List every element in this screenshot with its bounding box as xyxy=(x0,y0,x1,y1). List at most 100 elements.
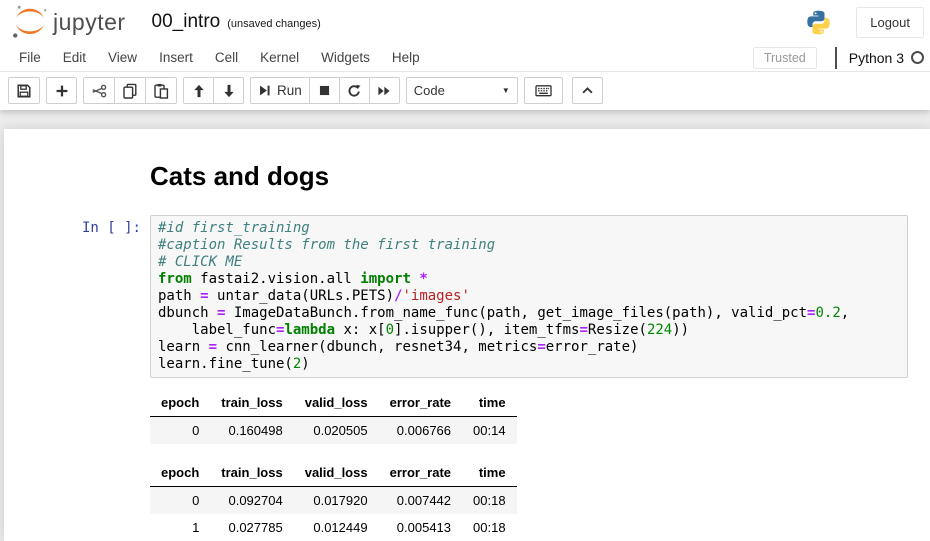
move-group xyxy=(183,77,244,104)
table-cell: 0.160498 xyxy=(210,417,293,445)
paste-cell-button[interactable] xyxy=(145,77,177,104)
outputs: epochtrain_lossvalid_losserror_ratetime0… xyxy=(150,390,517,541)
run-button[interactable]: Run xyxy=(250,77,310,104)
move-cell-down-icon xyxy=(222,84,236,98)
table-header-cell: time xyxy=(462,460,517,487)
jupyter-logo-text: jupyter xyxy=(53,9,126,36)
table-cell: 0.020505 xyxy=(294,417,379,445)
table-cell: 0.006766 xyxy=(379,417,462,445)
move-cell-up-icon xyxy=(192,84,206,98)
cut-cell-button[interactable] xyxy=(83,77,115,104)
code-lines: #id first_training#caption Results from … xyxy=(158,220,900,373)
menu-widgets[interactable]: Widgets xyxy=(310,45,381,70)
table-cell: 0.017920 xyxy=(294,487,379,515)
notebook-title[interactable]: 00_intro xyxy=(152,11,221,33)
output-table: epochtrain_lossvalid_losserror_ratetime0… xyxy=(150,460,517,541)
move-cell-down-button[interactable] xyxy=(213,77,244,104)
table-header-cell: train_loss xyxy=(210,460,293,487)
move-cell-up-button[interactable] xyxy=(183,77,214,104)
code-cell-input[interactable]: #id first_training#caption Results from … xyxy=(150,215,908,378)
jupyter-logo[interactable]: jupyter xyxy=(10,4,126,40)
kernel-idle-icon xyxy=(911,51,924,64)
logout-button[interactable]: Logout xyxy=(856,7,924,38)
chevron-up-icon xyxy=(581,84,594,97)
checkpoint-status: (unsaved changes) xyxy=(227,18,321,30)
output-table: epochtrain_lossvalid_losserror_ratetime0… xyxy=(150,390,517,444)
trusted-badge[interactable]: Trusted xyxy=(753,47,817,69)
menu-help[interactable]: Help xyxy=(381,45,431,70)
menu-file[interactable]: File xyxy=(8,45,52,70)
table-header-cell: error_rate xyxy=(379,460,462,487)
run-button-label: Run xyxy=(277,83,302,98)
code-line: label_func=lambda x: x[0].isupper(), ite… xyxy=(158,322,900,339)
code-line: # CLICK ME xyxy=(158,254,900,271)
palette-group xyxy=(524,77,563,104)
code-cell[interactable]: In [ ]: #id first_training#caption Resul… xyxy=(4,215,930,378)
chevron-down-icon: ▼ xyxy=(502,86,510,95)
cell-type-select[interactable]: Code ▼ xyxy=(406,77,518,104)
table-header-cell: time xyxy=(462,390,517,417)
stop-button[interactable] xyxy=(309,77,340,104)
table-header-row: epochtrain_lossvalid_losserror_ratetime xyxy=(150,460,517,487)
notebook-header: jupyter 00_intro (unsaved changes) Logou… xyxy=(0,0,930,44)
code-line: #id first_training xyxy=(158,220,900,237)
add-cell-button[interactable] xyxy=(46,77,77,104)
kernel-name: Python 3 xyxy=(849,50,904,66)
cut-cell-icon xyxy=(91,83,107,99)
code-line: dbunch = ImageDataBunch.from_name_func(p… xyxy=(158,305,900,322)
insert-group xyxy=(46,77,77,104)
input-prompt: In [ ]: xyxy=(4,215,150,378)
markdown-prompt xyxy=(4,163,150,189)
table-header-cell: train_loss xyxy=(210,390,293,417)
table-header-row: epochtrain_lossvalid_losserror_ratetime xyxy=(150,390,517,417)
menu-kernel[interactable]: Kernel xyxy=(249,45,310,70)
table-header-cell: epoch xyxy=(150,460,210,487)
menu-edit[interactable]: Edit xyxy=(52,45,97,70)
table-header-cell: error_rate xyxy=(379,390,462,417)
run-group: Run xyxy=(250,77,400,104)
menu-cell[interactable]: Cell xyxy=(204,45,249,70)
table-header-cell: valid_loss xyxy=(294,390,379,417)
header-block: jupyter 00_intro (unsaved changes) Logou… xyxy=(0,0,930,110)
menubar: FileEditViewInsertCellKernelWidgetsHelp … xyxy=(0,44,930,72)
table-header-cell: valid_loss xyxy=(294,460,379,487)
stop-icon xyxy=(318,84,331,97)
table-cell: 00:18 xyxy=(462,487,517,515)
step-forward-run-icon xyxy=(258,84,271,97)
python-icon xyxy=(805,9,832,36)
output-area: epochtrain_lossvalid_losserror_ratetime0… xyxy=(4,390,930,541)
cell-type-value: Code xyxy=(414,83,502,98)
jupyter-app: jupyter 00_intro (unsaved changes) Logou… xyxy=(0,0,930,537)
paste-cell-icon xyxy=(153,83,169,99)
code-line: #caption Results from the first training xyxy=(158,237,900,254)
table-cell: 0.007442 xyxy=(379,487,462,515)
jupyter-logo-icon xyxy=(10,4,50,40)
restart-kernel-icon xyxy=(347,84,361,98)
restart-kernel-button[interactable] xyxy=(339,77,370,104)
table-row: 00.0927040.0179200.00744200:18 xyxy=(150,487,517,515)
save-group xyxy=(8,77,40,104)
toolbar: Run xyxy=(0,72,930,110)
table-cell: 0.092704 xyxy=(210,487,293,515)
copy-cell-button[interactable] xyxy=(114,77,146,104)
save-icon xyxy=(16,83,32,99)
menu-view[interactable]: View xyxy=(97,45,148,70)
restart-run-all-button[interactable] xyxy=(369,77,400,104)
table-cell: 00:14 xyxy=(462,417,517,445)
notebook-heading: Cats and dogs xyxy=(150,163,329,189)
notebook-site: Cats and dogs In [ ]: #id first_training… xyxy=(0,110,930,537)
table-cell: 0 xyxy=(150,417,210,445)
command-palette-keyboard-icon xyxy=(535,83,552,98)
code-line: path = untar_data(URLs.PETS)/'images' xyxy=(158,288,900,305)
command-palette-button[interactable] xyxy=(524,77,563,104)
chevron-up-button[interactable] xyxy=(572,77,603,104)
add-cell-icon xyxy=(55,84,69,98)
code-line: learn = cnn_learner(dbunch, resnet34, me… xyxy=(158,339,900,356)
collapse-group xyxy=(572,77,603,104)
code-line: learn.fine_tune(2) xyxy=(158,356,900,373)
menubar-right: Trusted Python 3 xyxy=(753,47,924,69)
markdown-cell[interactable]: Cats and dogs xyxy=(4,163,930,189)
menu-insert[interactable]: Insert xyxy=(148,45,204,70)
save-button[interactable] xyxy=(8,77,40,104)
menu-items: FileEditViewInsertCellKernelWidgetsHelp xyxy=(8,45,431,70)
